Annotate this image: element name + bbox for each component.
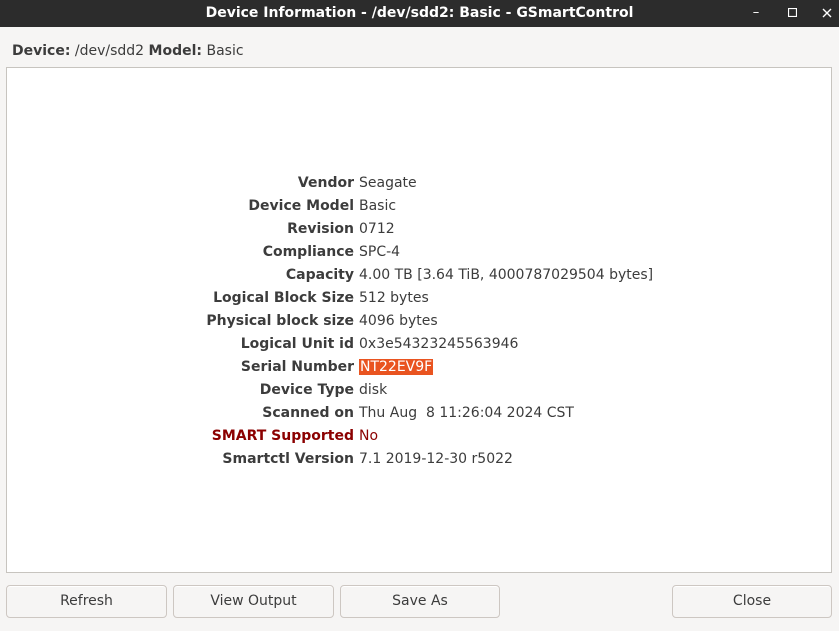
maximize-button[interactable] — [780, 0, 804, 27]
info-value: SPC-4 — [359, 244, 401, 260]
model-label: Model: — [148, 43, 203, 59]
info-value: 512 bytes — [359, 290, 429, 306]
info-row-scanned-on: Scanned on Thu Aug 8 11:26:04 2024 CST — [7, 402, 831, 425]
info-value: No — [359, 428, 379, 444]
info-label: Device Type — [259, 382, 354, 398]
info-value: 0712 — [359, 221, 395, 237]
info-value: 0x3e54323245563946 — [359, 336, 519, 352]
info-label: Vendor — [297, 175, 354, 191]
info-row-logical-unit-id: Logical Unit id 0x3e54323245563946 — [7, 333, 831, 356]
info-label: SMART Supported — [211, 428, 354, 444]
info-value: Basic — [359, 198, 397, 214]
info-label: Capacity — [285, 267, 354, 283]
info-value: 7.1 2019-12-30 r5022 — [359, 451, 513, 467]
info-value-selected[interactable]: NT22EV9F — [359, 356, 434, 379]
minimize-button[interactable]: – — [744, 0, 768, 27]
info-value: disk — [359, 382, 388, 398]
info-label: Scanned on — [262, 405, 354, 421]
close-icon — [822, 8, 832, 17]
serial-number-selection[interactable]: NT22EV9F — [359, 359, 434, 375]
info-row-compliance: Compliance SPC-4 — [7, 241, 831, 264]
info-label: Smartctl Version — [222, 451, 354, 467]
title-bar: Device Information - /dev/sdd2: Basic - … — [0, 0, 839, 27]
info-label: Physical block size — [206, 313, 354, 329]
info-row-logical-block-size: Logical Block Size 512 bytes — [7, 287, 831, 310]
refresh-button[interactable]: Refresh — [6, 585, 167, 618]
info-row-vendor: Vendor Seagate — [7, 172, 831, 195]
info-row-device-type: Device Type disk — [7, 379, 831, 402]
info-label: Logical Unit id — [240, 336, 354, 352]
device-summary-line: Device: /dev/sdd2 Model: Basic — [12, 41, 244, 61]
info-value: Thu Aug 8 11:26:04 2024 CST — [359, 405, 574, 421]
info-value: 4.00 TB [3.64 TiB, 4000787029504 bytes] — [359, 267, 654, 283]
device-value: /dev/sdd2 — [74, 43, 145, 59]
save-as-button[interactable]: Save As — [340, 585, 500, 618]
window-title: Device Information - /dev/sdd2: Basic - … — [205, 5, 634, 21]
maximize-icon — [787, 7, 797, 18]
close-button[interactable]: Close — [672, 585, 832, 618]
info-row-capacity: Capacity 4.00 TB [3.64 TiB, 400078702950… — [7, 264, 831, 287]
info-value: Seagate — [359, 175, 417, 191]
device-label: Device: — [12, 43, 71, 59]
close-window-button[interactable] — [815, 0, 839, 27]
info-row-physical-block-size: Physical block size 4096 bytes — [7, 310, 831, 333]
info-value: 4096 bytes — [359, 313, 438, 329]
info-label: Serial Number — [240, 359, 354, 375]
device-info-table: Vendor Seagate Device Model Basic Revisi… — [7, 172, 831, 471]
info-label: Logical Block Size — [213, 290, 354, 306]
view-output-button[interactable]: View Output — [173, 585, 334, 618]
info-row-serial-number: Serial Number NT22EV9F — [7, 356, 831, 379]
info-label: Revision — [287, 221, 354, 237]
info-row-revision: Revision 0712 — [7, 218, 831, 241]
info-label: Device Model — [248, 198, 354, 214]
info-label: Compliance — [262, 244, 354, 260]
info-row-smart-supported: SMART Supported No — [7, 425, 831, 448]
minimize-icon: – — [752, 5, 760, 20]
model-value: Basic — [206, 43, 244, 59]
device-info-panel: Vendor Seagate Device Model Basic Revisi… — [6, 67, 832, 573]
info-row-smartctl-version: Smartctl Version 7.1 2019-12-30 r5022 — [7, 448, 831, 471]
info-row-device-model: Device Model Basic — [7, 195, 831, 218]
